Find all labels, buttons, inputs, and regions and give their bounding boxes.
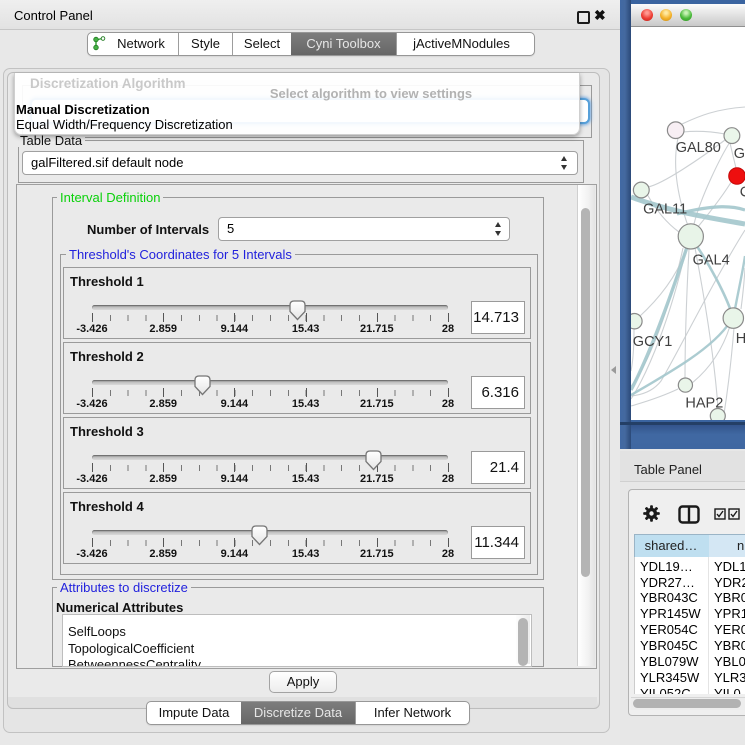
svg-text:GAL80: GAL80 xyxy=(676,140,721,156)
svg-text:H: H xyxy=(736,331,745,347)
svg-text:GAL4: GAL4 xyxy=(693,252,730,268)
svg-text:GAL11: GAL11 xyxy=(643,202,687,218)
svg-text:C: C xyxy=(740,185,745,201)
svg-text:GCY1: GCY1 xyxy=(633,334,673,350)
svg-text:GA: GA xyxy=(734,146,745,162)
svg-text:HAP2: HAP2 xyxy=(685,396,723,412)
